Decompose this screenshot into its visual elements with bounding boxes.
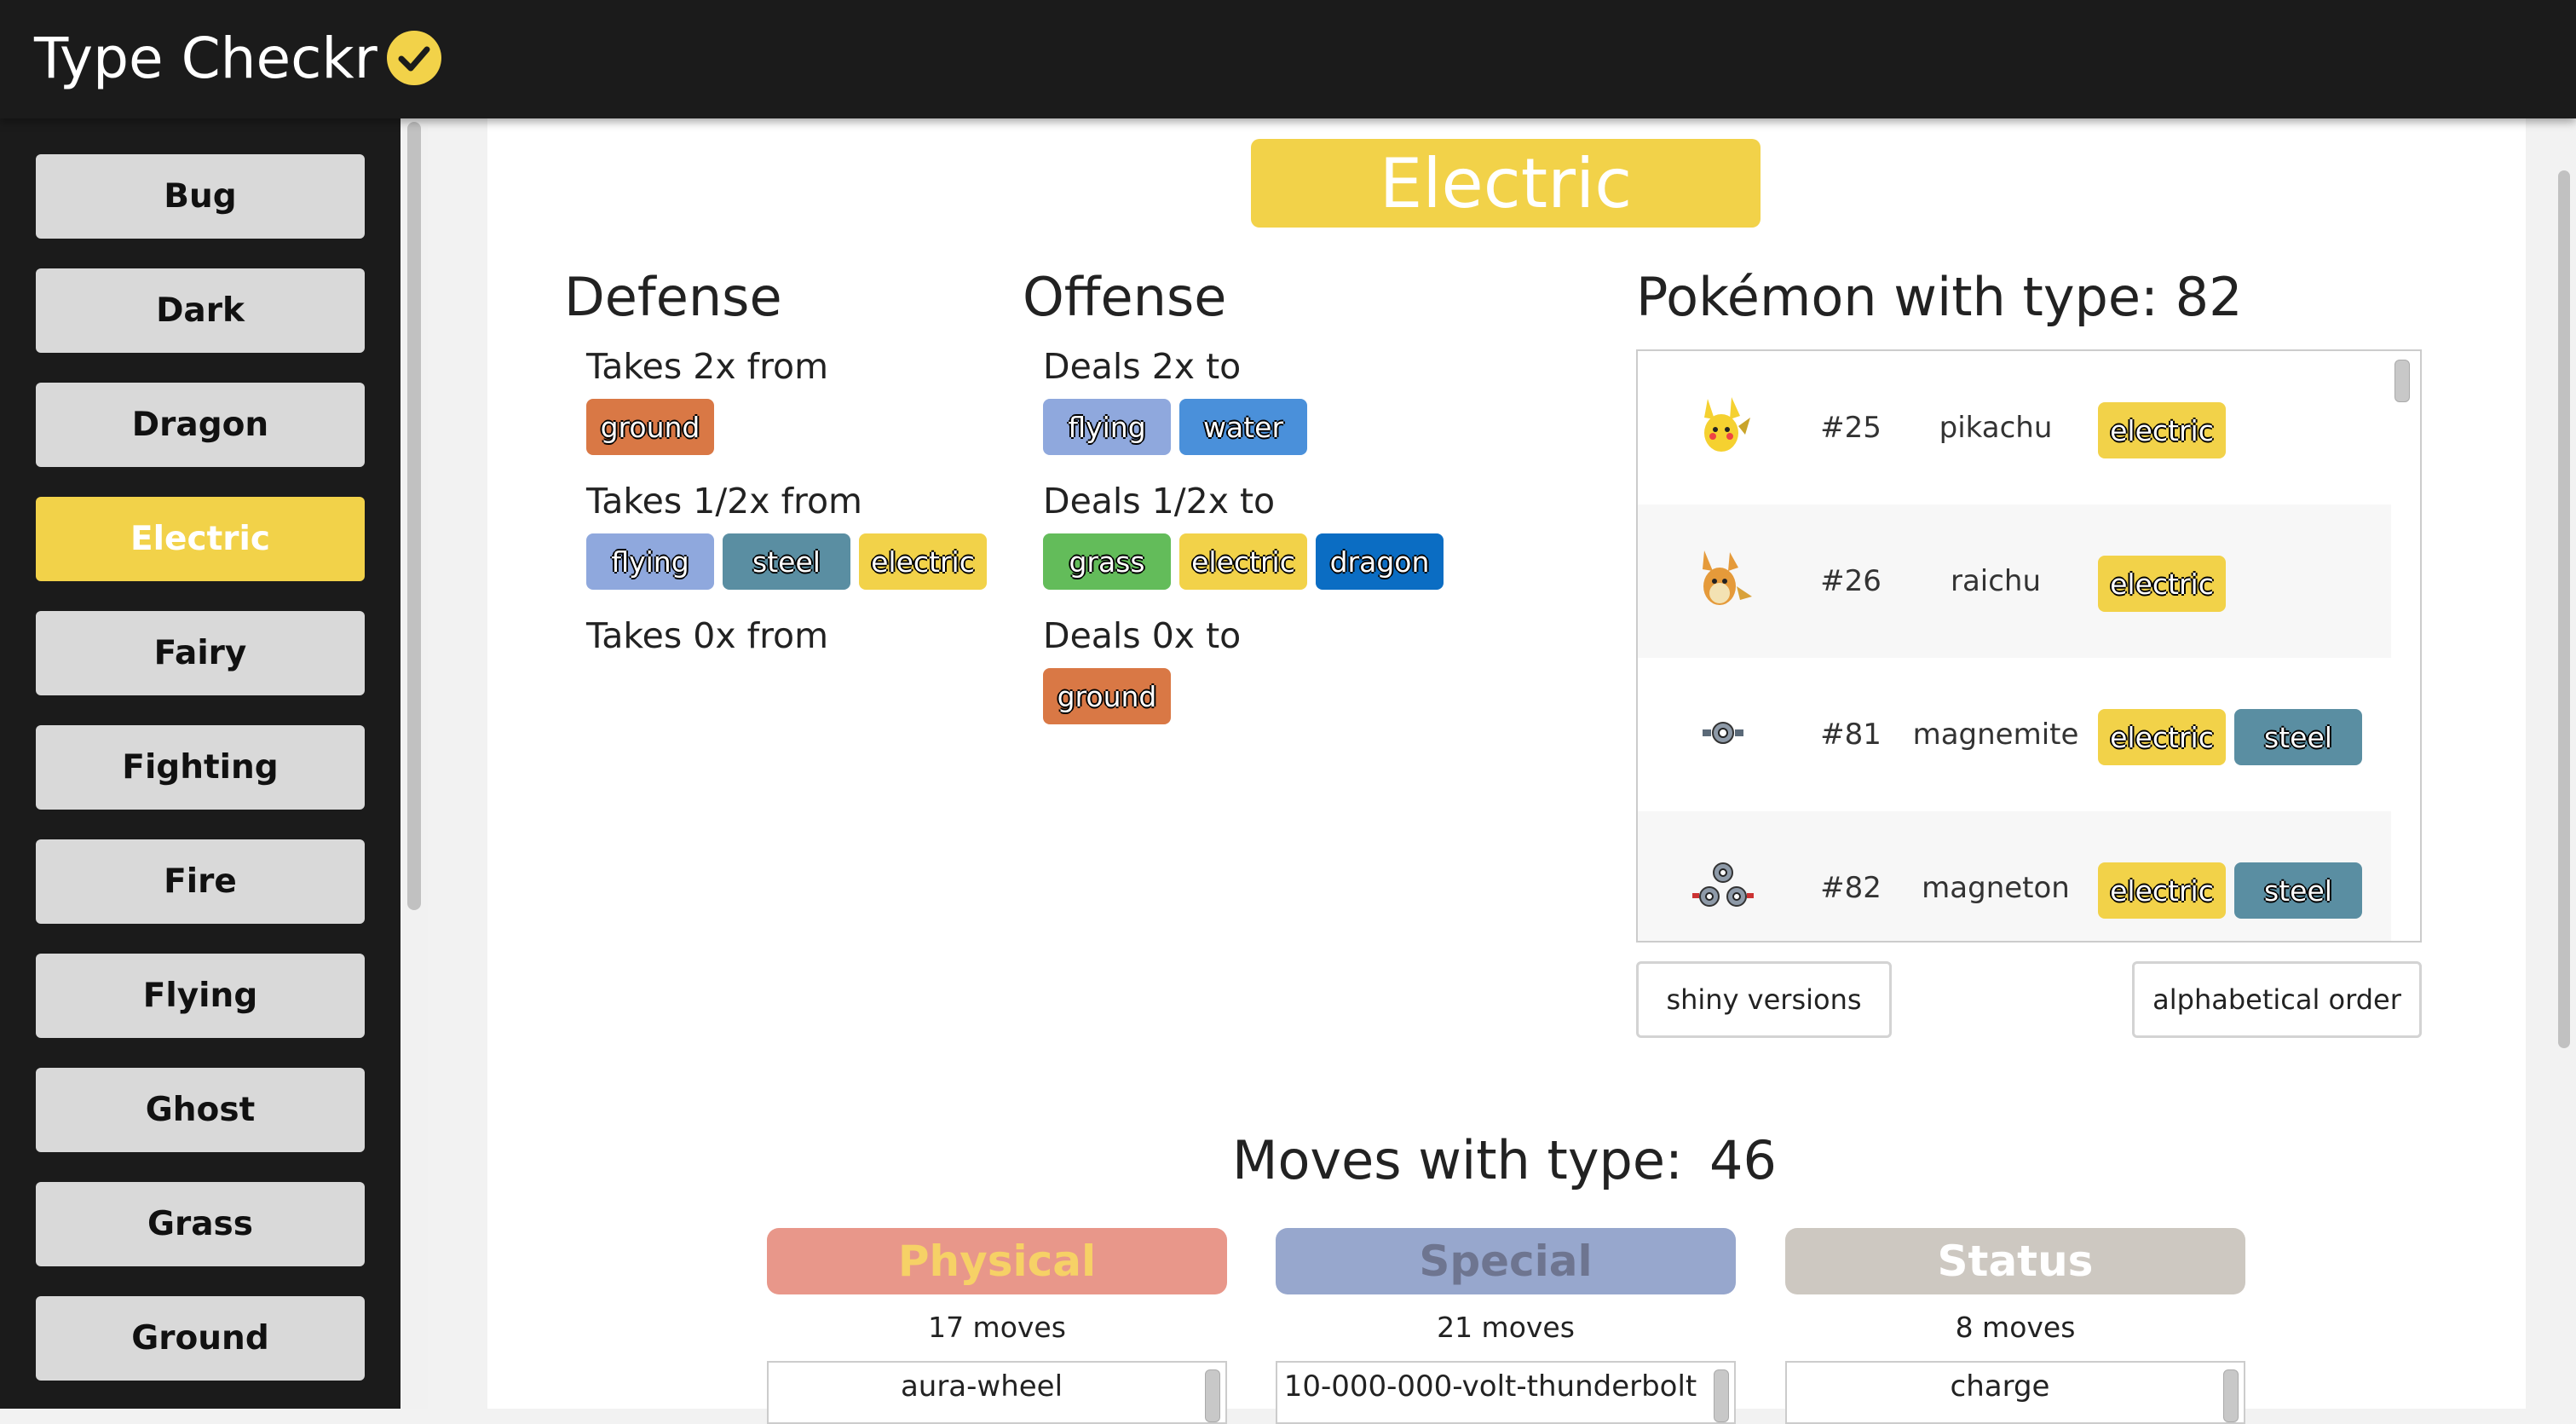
physical-category-button[interactable]: Physical: [767, 1228, 1227, 1294]
top-bar: Type Checkr: [0, 0, 2576, 118]
type-chip-grass: grass: [1043, 533, 1171, 590]
sidebar-item-fairy[interactable]: Fairy: [36, 611, 365, 695]
pokemon-name: magneton: [1922, 871, 2070, 905]
offense-group-label: Deals 0x to: [1043, 615, 1242, 656]
type-chip-dragon: dragon: [1316, 533, 1444, 590]
move-item[interactable]: charge: [1787, 1369, 2213, 1404]
type-chip-ground: ground: [1043, 668, 1171, 724]
pokemon-name: pikachu: [1939, 411, 2053, 445]
type-chip-electric: electric: [2098, 556, 2226, 612]
type-chip-electric: electric: [2098, 709, 2226, 765]
sidebar-item-electric[interactable]: Electric: [36, 497, 365, 581]
pokemon-list-scroll-thumb[interactable]: [2394, 360, 2410, 402]
status-moves-scroll-thumb[interactable]: [2223, 1369, 2239, 1422]
pokemon-name: magnemite: [1912, 718, 2079, 752]
check-circle-icon: [387, 31, 441, 85]
physical-moves-list: aura-wheel: [767, 1361, 1227, 1424]
sidebar-item-fire[interactable]: Fire: [36, 839, 365, 924]
moves-count: 46: [1709, 1129, 1777, 1191]
type-chip-electric: electric: [1179, 533, 1307, 590]
defense-group-label: Takes 0x from: [586, 615, 829, 656]
page-scroll-thumb[interactable]: [2558, 170, 2570, 1048]
raichu-sprite-icon: [1689, 545, 1757, 614]
special-move-count: 21 moves: [1437, 1311, 1575, 1344]
pokemon-list: #25 pikachu electric #26 raichu electric #81 ma…: [1636, 349, 2422, 943]
type-title-badge: Electric: [1251, 139, 1761, 228]
moves-heading: Moves with type:: [1232, 1129, 1683, 1191]
offense-heading: Offense: [1023, 266, 1227, 328]
pokemon-row[interactable]: #82 magneton electric steel: [1638, 811, 2391, 941]
defense-group-label: Takes 1/2x from: [586, 481, 862, 522]
type-chip-electric: electric: [2098, 862, 2226, 919]
status-category-button[interactable]: Status: [1785, 1228, 2245, 1294]
type-chip-steel: steel: [2234, 709, 2362, 765]
sidebar-item-ghost[interactable]: Ghost: [36, 1068, 365, 1152]
sidebar-item-bug[interactable]: Bug: [36, 154, 365, 239]
alphabetical-order-button[interactable]: alphabetical order: [2132, 961, 2422, 1038]
sidebar-item-dark[interactable]: Dark: [36, 268, 365, 353]
defense-heading: Defense: [564, 266, 782, 328]
status-moves-list: charge: [1785, 1361, 2245, 1424]
pokemon-row[interactable]: #81 magnemite electric steel: [1638, 658, 2391, 811]
type-chip-steel: steel: [723, 533, 850, 590]
type-chip-steel: steel: [2234, 862, 2362, 919]
pokemon-name: raichu: [1950, 564, 2042, 598]
sidebar-item-fighting[interactable]: Fighting: [36, 725, 365, 810]
move-item[interactable]: aura-wheel: [769, 1369, 1195, 1404]
type-chip-water: water: [1179, 399, 1307, 455]
move-item[interactable]: 10-000-000-volt-thunderbolt: [1277, 1369, 1703, 1404]
magnemite-sprite-icon: [1689, 699, 1757, 767]
type-chip-electric: electric: [859, 533, 987, 590]
sidebar-item-ground[interactable]: Ground: [36, 1296, 365, 1381]
type-chip-electric: electric: [2098, 402, 2226, 458]
pokemon-heading: Pokémon with type: 82: [1636, 266, 2243, 328]
raichu-sprite-graphic: [1703, 551, 1752, 605]
special-category-button[interactable]: Special: [1276, 1228, 1736, 1294]
sidebar-item-flying[interactable]: Flying: [36, 954, 365, 1038]
pokemon-row[interactable]: #26 raichu electric: [1638, 504, 2391, 658]
sidebar-item-dragon[interactable]: Dragon: [36, 383, 365, 467]
special-moves-scroll-thumb[interactable]: [1714, 1369, 1729, 1422]
pikachu-sprite-icon: [1689, 392, 1757, 460]
physical-moves-scroll-thumb[interactable]: [1205, 1369, 1220, 1422]
type-chip-ground: ground: [586, 399, 714, 455]
type-chip-flying: flying: [1043, 399, 1171, 455]
defense-group-label: Takes 2x from: [586, 346, 829, 387]
magneton-sprite-graphic: [1692, 862, 1754, 907]
pikachu-sprite-graphic: [1704, 397, 1750, 452]
offense-group-label: Deals 1/2x to: [1043, 481, 1276, 522]
physical-move-count: 17 moves: [928, 1311, 1066, 1344]
type-chip-flying: flying: [586, 533, 714, 590]
offense-group-label: Deals 2x to: [1043, 346, 1242, 387]
shiny-versions-button[interactable]: shiny versions: [1636, 961, 1892, 1038]
magnemite-sprite-graphic: [1703, 722, 1743, 744]
status-move-count: 8 moves: [1955, 1311, 2076, 1344]
app-title: Type Checkr: [34, 26, 377, 91]
pokemon-row[interactable]: #25 pikachu electric: [1638, 351, 2391, 504]
type-sidebar: Bug Dark Dragon Electric Fairy Fighting Fire Fl…: [0, 118, 401, 1409]
sidebar-item-grass[interactable]: Grass: [36, 1182, 365, 1266]
special-moves-list: 10-000-000-volt-thunderbolt: [1276, 1361, 1736, 1424]
magneton-sprite-icon: [1689, 852, 1757, 920]
sidebar-scroll-thumb[interactable]: [407, 122, 421, 910]
